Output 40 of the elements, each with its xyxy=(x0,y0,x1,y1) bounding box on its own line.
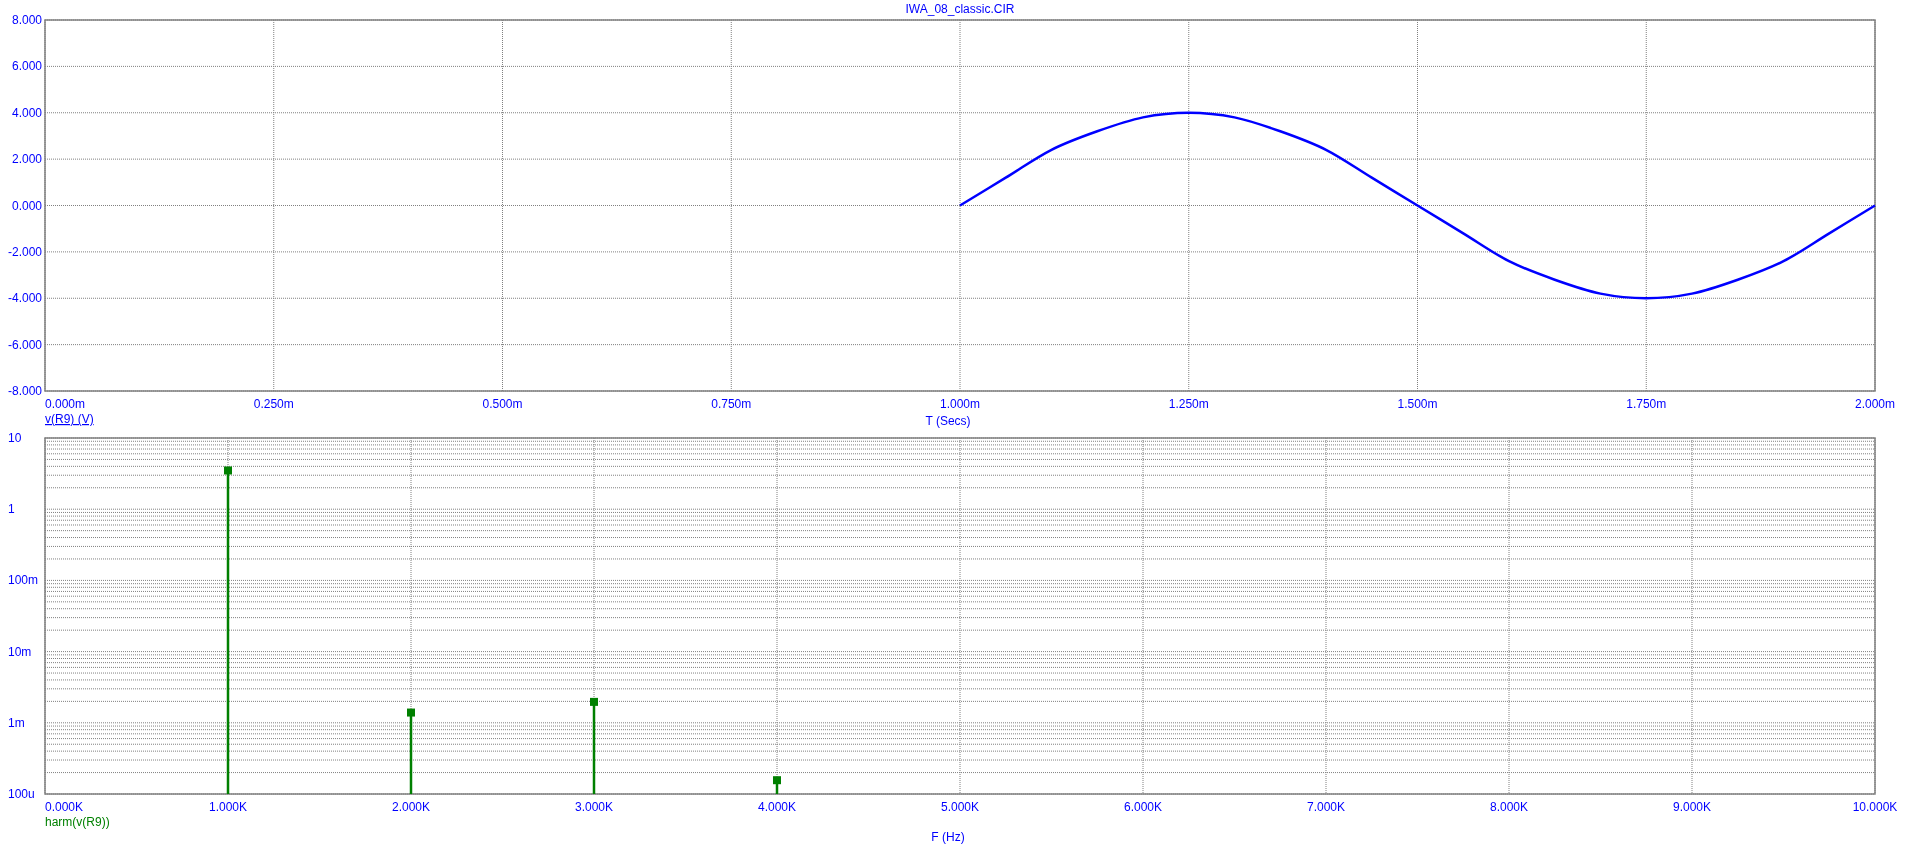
x-tick-label: 1.250m xyxy=(1168,397,1209,411)
x-tick-label: 1.000K xyxy=(209,800,247,814)
x-tick-label: 2.000m xyxy=(1855,397,1895,411)
x-tick-label: 5.000K xyxy=(941,800,979,814)
x-tick-label: 3.000K xyxy=(575,800,613,814)
y-tick-label: 100u xyxy=(8,787,35,801)
y-tick-label: 10m xyxy=(8,644,32,659)
x-tick-label: 0.000m xyxy=(45,397,86,411)
plot-title: IWA_08_classic.CIR xyxy=(905,2,1015,16)
x-tick-label: 0.250m xyxy=(253,397,294,411)
x-axis-title: T (Secs) xyxy=(925,414,971,428)
y-tick-label: -4.000 xyxy=(7,291,42,306)
x-tick-label: 8.000K xyxy=(1490,800,1528,814)
y-tick-label: 4.000 xyxy=(11,105,42,120)
y-tick-label: 1 xyxy=(8,502,15,517)
x-tick-label: 0.500m xyxy=(482,397,523,411)
trace-legend[interactable]: harm(v(R9)) xyxy=(45,815,110,829)
x-tick-label: 4.000K xyxy=(758,800,796,814)
y-tick-label: 1m xyxy=(8,715,25,730)
x-tick-label: 9.000K xyxy=(1673,800,1711,814)
x-tick-label: 0.000K xyxy=(45,800,84,814)
y-tick-label: -8.000 xyxy=(7,384,42,398)
y-tick-label: 8.000 xyxy=(11,13,42,27)
x-tick-label: 1.500m xyxy=(1397,397,1438,411)
y-tick-label: -2.000 xyxy=(7,244,42,259)
trace-legend[interactable]: v(R9) (V) xyxy=(45,412,94,426)
x-axis-title: F (Hz) xyxy=(931,830,965,844)
x-tick-label: 10.000K xyxy=(1852,800,1898,814)
y-tick-label: 10 xyxy=(8,432,22,445)
x-tick-label: 1.750m xyxy=(1626,397,1667,411)
y-tick-label: 100m xyxy=(8,573,39,588)
y-tick-label: 6.000 xyxy=(11,59,42,74)
y-tick-label: -6.000 xyxy=(7,337,42,352)
x-tick-label: 1.000m xyxy=(940,397,980,411)
x-tick-label: 0.750m xyxy=(711,397,752,411)
y-tick-label: 2.000 xyxy=(11,152,42,167)
x-tick-label: 6.000K xyxy=(1124,800,1162,814)
y-tick-label: 0.000 xyxy=(11,198,42,213)
x-tick-label: 2.000K xyxy=(392,800,430,814)
x-tick-label: 7.000K xyxy=(1307,800,1345,814)
